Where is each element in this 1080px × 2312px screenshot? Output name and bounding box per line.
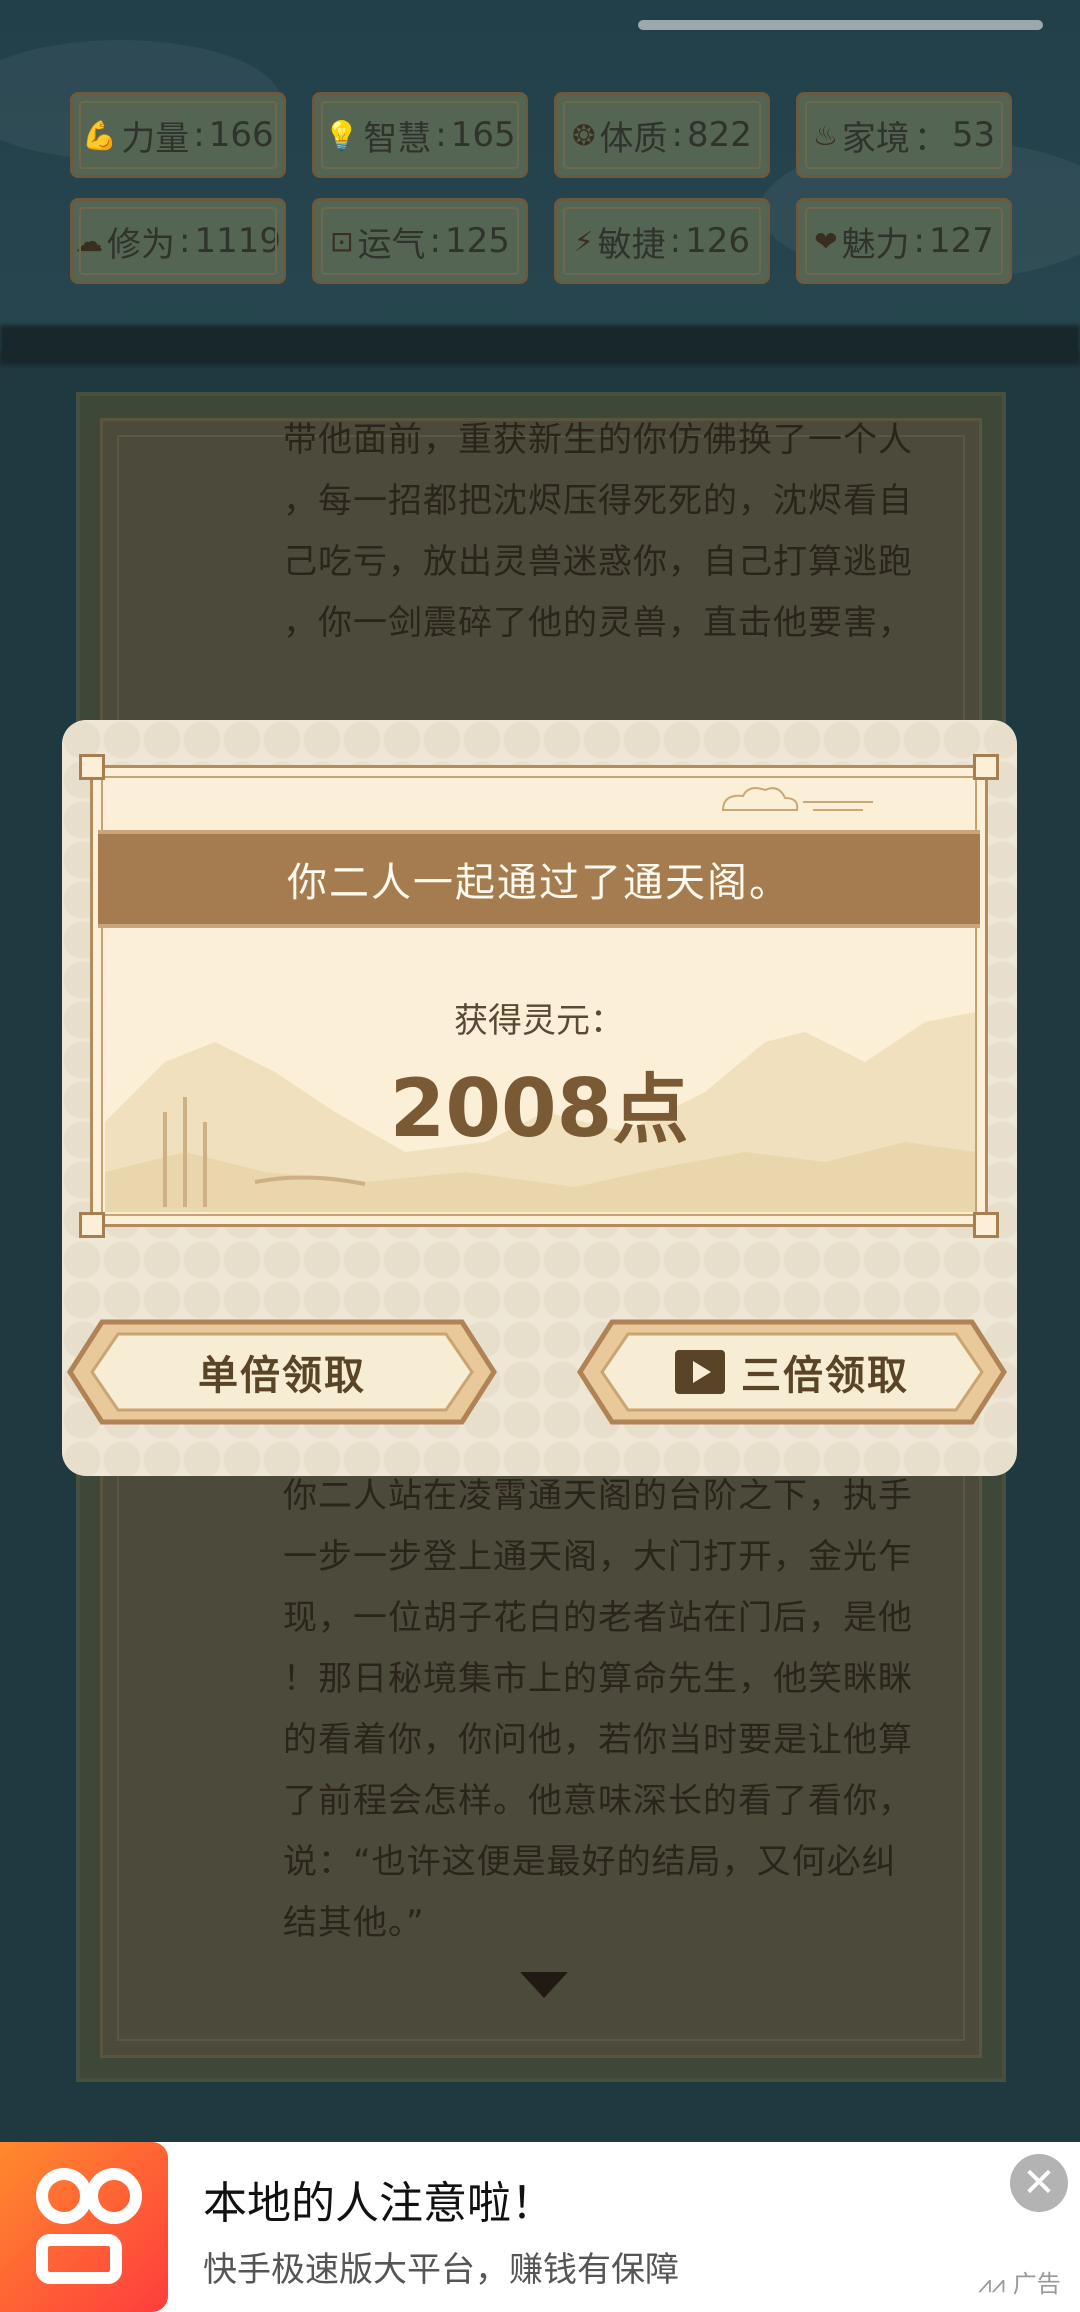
stat-wisdom: 💡 智慧:165 — [312, 92, 528, 178]
stat-cultivation: ☁ 修为:1119 — [70, 198, 286, 284]
story-line: ，每一招都把沈烬压得死死的，沈烬看自 — [283, 481, 913, 521]
reward-dialog: 你二人一起通过了通天阁。 获得灵元： 2008点 单倍领取 三倍领取 — [62, 720, 1017, 1476]
family-icon: ♨ — [812, 118, 838, 152]
story-line: 带他面前，重获新生的你仿佛换了一个人 — [283, 420, 913, 460]
stat-agility: ⚡ 敏捷:126 — [554, 198, 770, 284]
stat-label: 体质 — [599, 118, 668, 159]
story-line: 说：“也许这便是最好的结局，又何必纠 — [283, 1842, 897, 1882]
home-indicator — [638, 20, 1043, 30]
story-line: 己吃亏，放出灵兽迷惑你，自己打算逃跑 — [283, 542, 913, 582]
reward-amount: 2008 — [389, 1062, 613, 1155]
story-line: 一步一步登上通天阁，大门打开，金光乍 — [283, 1537, 913, 1577]
story-line: 结其他。” — [283, 1903, 425, 1943]
cloud-ornament-icon — [721, 787, 873, 811]
stat-value: 166 — [208, 115, 274, 155]
luck-icon: ⊡ — [330, 224, 354, 258]
stat-label: 力量 — [121, 118, 190, 159]
scroll-down-arrow-icon[interactable] — [520, 1972, 568, 1998]
stat-strength: 💪 力量:166 — [70, 92, 286, 178]
reward-value: 2008点 — [93, 1048, 985, 1158]
stat-label: 敏捷 — [597, 224, 666, 265]
stat-value: 822 — [687, 115, 752, 155]
ink-brush-divider — [0, 325, 1080, 365]
frame-corner — [79, 754, 105, 780]
reward-unit: 点 — [612, 1065, 689, 1154]
story-line: 现，一位胡子花白的老者站在门后，是他 — [283, 1598, 913, 1638]
story-text-bottom: 你二人站在凌霄通天阁的台阶之下，执手 一步一步登上通天阁，大门打开，金光乍 现，… — [283, 1466, 933, 1954]
kuaishou-logo-icon — [0, 2142, 168, 2312]
stat-label: 修为 — [107, 224, 175, 265]
stat-value: 127 — [929, 221, 994, 261]
strength-icon: 💪 — [82, 118, 118, 152]
stat-label: 智慧 — [363, 118, 432, 159]
stat-family: ♨ 家境： 53 — [796, 92, 1012, 178]
stat-luck: ⊡ 运气:125 — [312, 198, 528, 284]
triple-claim-button[interactable]: 三倍领取 — [572, 1312, 1012, 1432]
story-line: ！那日秘境集市上的算命先生，他笑眯眯 — [283, 1659, 913, 1699]
frame-corner — [79, 1212, 105, 1238]
stat-value: 1119 — [194, 221, 281, 261]
stat-charm: ❤ 魅力:127 — [796, 198, 1012, 284]
stat-value: 125 — [445, 221, 510, 261]
stat-constitution: ❂ 体质:822 — [554, 92, 770, 178]
cultivation-icon: ☁ — [75, 224, 103, 258]
frame-corner — [973, 754, 999, 780]
ad-close-icon[interactable]: ✕ — [1010, 2154, 1068, 2212]
agility-icon: ⚡ — [573, 224, 594, 258]
ad-tag-icon: ⩘⩘ — [978, 2270, 1013, 2298]
stat-label: 魅力 — [841, 224, 910, 265]
stat-label: 家境 — [841, 118, 910, 159]
single-claim-button[interactable]: 单倍领取 — [62, 1312, 502, 1432]
story-line: ，你一剑震碎了他的灵兽，直击他要害， — [283, 603, 913, 643]
story-text-top: 带他面前，重获新生的你仿佛换了一个人 ，每一招都把沈烬压得死死的，沈烬看自 己吃… — [283, 410, 933, 654]
stat-value: 53 — [951, 115, 996, 155]
stats-panel: 💪 力量:166 💡 智慧:165 ❂ 体质:822 ♨ 家境： 53 ☁ 修为:1119 … — [70, 92, 1014, 284]
triple-claim-label-wrap: 三倍领取 — [572, 1312, 1012, 1432]
reward-label: 获得灵元： — [454, 1001, 624, 1041]
stat-value: 165 — [450, 115, 516, 155]
triple-claim-label: 三倍领取 — [741, 1353, 909, 1399]
ad-title: 本地的人注意啦！ — [203, 2178, 555, 2229]
dialog-message-banner: 你二人一起通过了通天阁。 — [98, 830, 980, 928]
constitution-icon: ❂ — [572, 118, 596, 152]
ad-subtitle: 快手极速版大平台，赚钱有保障 — [203, 2250, 679, 2290]
wisdom-icon: 💡 — [324, 118, 360, 152]
story-line: 的看着你，你问他，若你当时要是让他算 — [283, 1720, 913, 1760]
ad-banner[interactable]: 本地的人注意啦！ 快手极速版大平台，赚钱有保障 ✕ ⩘⩘ 广告 — [0, 2142, 1080, 2312]
ad-tag: ⩘⩘ 广告 — [978, 2270, 1061, 2298]
single-claim-label: 单倍领取 — [198, 1353, 366, 1399]
stat-label: 运气 — [357, 224, 426, 265]
story-line: 了前程会怎样。他意味深长的看了看你， — [283, 1781, 913, 1821]
frame-corner — [973, 1212, 999, 1238]
reward-frame: 你二人一起通过了通天阁。 获得灵元： 2008点 — [79, 754, 999, 1238]
stat-value: 126 — [685, 221, 751, 261]
video-play-icon — [675, 1350, 725, 1394]
charm-icon: ❤ — [814, 224, 838, 258]
